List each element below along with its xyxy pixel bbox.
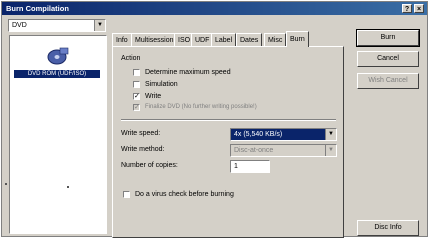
disc-info-button[interactable]: Disc Info [357, 220, 419, 236]
finalize-dvd-checkbox: ✓ [133, 104, 140, 111]
help-button[interactable]: ? [402, 4, 412, 13]
chevron-down-icon: ▼ [325, 145, 336, 156]
scan-dot [67, 186, 69, 188]
burn-compilation-dialog: Burn Compilation ? × DVD ▼ DVD ROM (UDF/… [1, 1, 428, 238]
wish-cancel-button: Wish Cancel [357, 73, 419, 89]
write-method-select: Disc-at-once ▼ [230, 144, 337, 157]
simulation-checkbox[interactable] [133, 81, 140, 88]
chevron-down-icon[interactable]: ▼ [325, 129, 336, 140]
write-speed-label: Write speed: [121, 130, 161, 137]
write-method-label: Write method: [121, 146, 165, 153]
burn-button[interactable]: Burn [356, 29, 420, 47]
write-speed-select[interactable]: 4x (5,540 KB/s) ▼ [230, 128, 337, 141]
compilation-list[interactable]: DVD ROM (UDF/ISO) [9, 35, 107, 234]
compilation-item-label[interactable]: DVD ROM (UDF/ISO) [14, 70, 100, 78]
simulation-label: Simulation [145, 81, 178, 88]
title-bar: Burn Compilation ? × [2, 2, 427, 15]
tab-multisession[interactable]: Multisession [131, 33, 178, 47]
virus-check-label: Do a virus check before burning [135, 191, 234, 198]
tab-info[interactable]: Info [112, 33, 132, 47]
write-speed-value: 4x (5,540 KB/s) [234, 131, 283, 138]
write-checkbox[interactable]: ✓ [133, 93, 140, 100]
device-select-value: DVD [12, 22, 27, 29]
action-heading: Action [121, 55, 141, 62]
chevron-down-icon[interactable]: ▼ [94, 20, 105, 31]
write-label: Write [145, 93, 162, 100]
determine-max-speed-label: Determine maximum speed [145, 69, 231, 76]
burn-tab-panel: Action Determine maximum speed Simulatio… [112, 46, 344, 238]
finalize-dvd-label: Finalize DVD (No further writing possibl… [145, 104, 257, 110]
tab-dates[interactable]: Dates [236, 33, 263, 47]
dvd-disc-icon [47, 47, 69, 65]
scan-dot [5, 183, 7, 185]
device-select[interactable]: DVD ▼ [8, 19, 106, 32]
tab-label[interactable]: Label [211, 33, 237, 47]
copies-value: 1 [234, 163, 238, 170]
tab-misc[interactable]: Misc [264, 33, 287, 47]
cancel-button[interactable]: Cancel [357, 51, 419, 67]
virus-check-checkbox[interactable] [123, 191, 130, 198]
close-button[interactable]: × [414, 4, 424, 13]
section-divider [121, 119, 336, 121]
tab-burn[interactable]: Burn [286, 31, 309, 47]
write-method-value: Disc-at-once [234, 147, 274, 154]
window-title: Burn Compilation [6, 4, 69, 13]
determine-max-speed-checkbox[interactable] [133, 69, 140, 76]
copies-label: Number of copies: [121, 162, 178, 169]
copies-input[interactable]: 1 [230, 160, 270, 173]
